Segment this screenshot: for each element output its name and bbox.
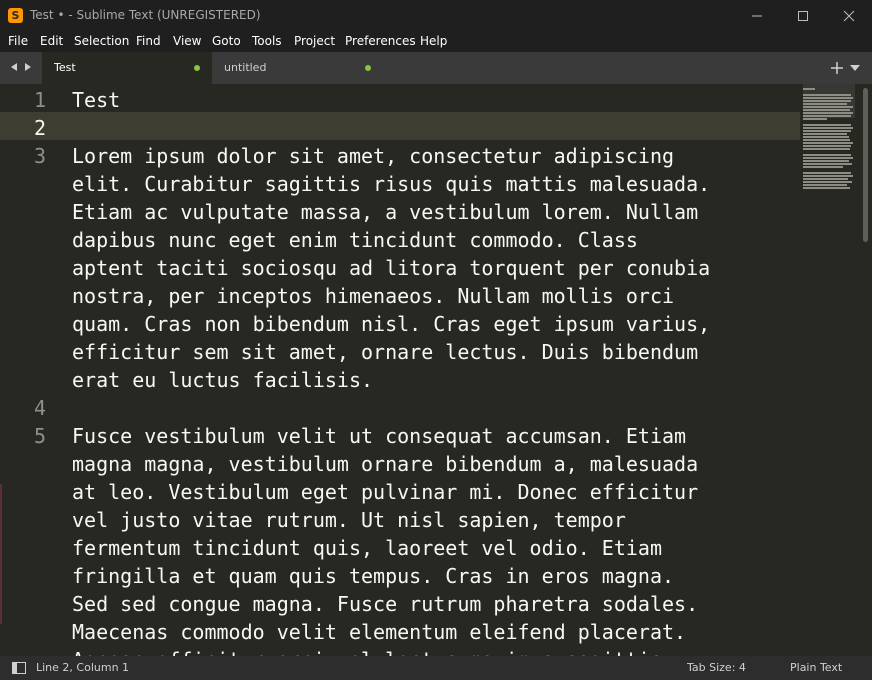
title-bar: S Test • - Sublime Text (UNREGISTERED) (0, 0, 872, 31)
tab-test[interactable]: Test (42, 52, 212, 84)
minimize-icon (752, 15, 762, 17)
line-number: 3 (33, 144, 46, 168)
current-line-highlight (0, 112, 800, 140)
syntax-mode[interactable]: Plain Text (790, 656, 842, 680)
tab-right-arrow-icon[interactable] (22, 60, 34, 74)
code-line: aptent taciti sociosqu ad litora torquen… (72, 256, 711, 280)
minimize-button[interactable] (734, 0, 780, 31)
code-line: dapibus nunc eget enim tincidunt commodo… (72, 228, 638, 252)
maximize-button[interactable] (780, 0, 826, 31)
code-line: Lorem ipsum dolor sit amet, consectetur … (72, 144, 675, 168)
editor-area[interactable]: 1 2 3 4 5 Test Lorem ipsum dolor sit ame… (0, 84, 872, 656)
unsaved-dot-icon[interactable] (365, 65, 371, 71)
cursor-position: Line 2, Column 1 (36, 661, 130, 674)
menu-tools[interactable]: Tools (252, 31, 282, 52)
tab-list-dropdown-icon[interactable] (849, 63, 861, 73)
code-line: nostra, per inceptos himenaeos. Nullam m… (72, 284, 675, 308)
code-line: vel justo vitae rutrum. Ut nisl sapien, … (72, 508, 626, 532)
line-number: 1 (33, 88, 46, 112)
code-line: fringilla et quam quis tempus. Cras in e… (72, 564, 675, 588)
status-bar: Line 2, Column 1 Tab Size: 4 Plain Text (0, 656, 872, 680)
menu-goto[interactable]: Goto (212, 31, 241, 52)
code-line: Sed sed congue magna. Fusce rutrum phare… (72, 592, 699, 616)
tab-size-setting[interactable]: Tab Size: 4 (687, 656, 746, 680)
tab-bar: Test untitled (0, 52, 872, 84)
menu-edit[interactable]: Edit (40, 31, 63, 52)
code-line: elit. Curabitur sagittis risus quis matt… (72, 172, 711, 196)
vertical-scrollbar[interactable] (860, 84, 872, 656)
window-title: Test • - Sublime Text (UNREGISTERED) (30, 8, 261, 22)
tab-untitled[interactable]: untitled (212, 52, 382, 84)
code-line: Etiam ac vulputate massa, a vestibulum l… (72, 200, 699, 224)
new-tab-plus-icon[interactable] (830, 61, 844, 75)
scrollbar-thumb[interactable] (863, 88, 868, 242)
tab-label: Test (54, 61, 76, 74)
line-number-current: 2 (33, 116, 46, 140)
code-line: erat eu luctus facilisis. (72, 368, 374, 392)
maximize-icon (798, 11, 808, 21)
tab-left-arrow-icon[interactable] (8, 60, 20, 74)
tab-label: untitled (224, 61, 267, 74)
side-panel-toggle-icon[interactable] (12, 662, 26, 674)
minimap[interactable] (803, 86, 855, 196)
menu-file[interactable]: File (8, 31, 28, 52)
code-line: Maecenas commodo velit elementum eleifen… (72, 620, 687, 644)
menu-help[interactable]: Help (420, 31, 447, 52)
menu-preferences[interactable]: Preferences (345, 31, 416, 52)
unsaved-dot-icon[interactable] (194, 65, 200, 71)
app-icon-letter: S (11, 9, 20, 22)
code-line: quam. Cras non bibendum nisl. Cras eget … (72, 312, 711, 336)
menu-view[interactable]: View (173, 31, 201, 52)
code-line: Aenean efficitur orci vel lectus maximus… (72, 646, 674, 656)
menu-find[interactable]: Find (136, 31, 161, 52)
menu-bar: File Edit Selection Find View Goto Tools… (0, 31, 872, 52)
menu-selection[interactable]: Selection (74, 31, 129, 52)
line-number: 5 (33, 424, 46, 448)
sublime-text-logo-icon: S (8, 8, 23, 23)
code-line: efficitur sem sit amet, ornare lectus. D… (72, 340, 699, 364)
code-line: magna magna, vestibulum ornare bibendum … (72, 452, 699, 476)
code-line: Test (72, 88, 121, 112)
code-line: fermentum tincidunt quis, laoreet vel od… (72, 536, 663, 560)
close-icon (843, 10, 855, 22)
close-button[interactable] (826, 0, 872, 31)
code-line: at leo. Vestibulum eget pulvinar mi. Don… (72, 480, 699, 504)
line-number: 4 (33, 396, 46, 420)
menu-project[interactable]: Project (294, 31, 335, 52)
code-line: Fusce vestibulum velit ut consequat accu… (72, 424, 687, 448)
line-number-gutter: 1 2 3 4 5 (0, 84, 60, 656)
